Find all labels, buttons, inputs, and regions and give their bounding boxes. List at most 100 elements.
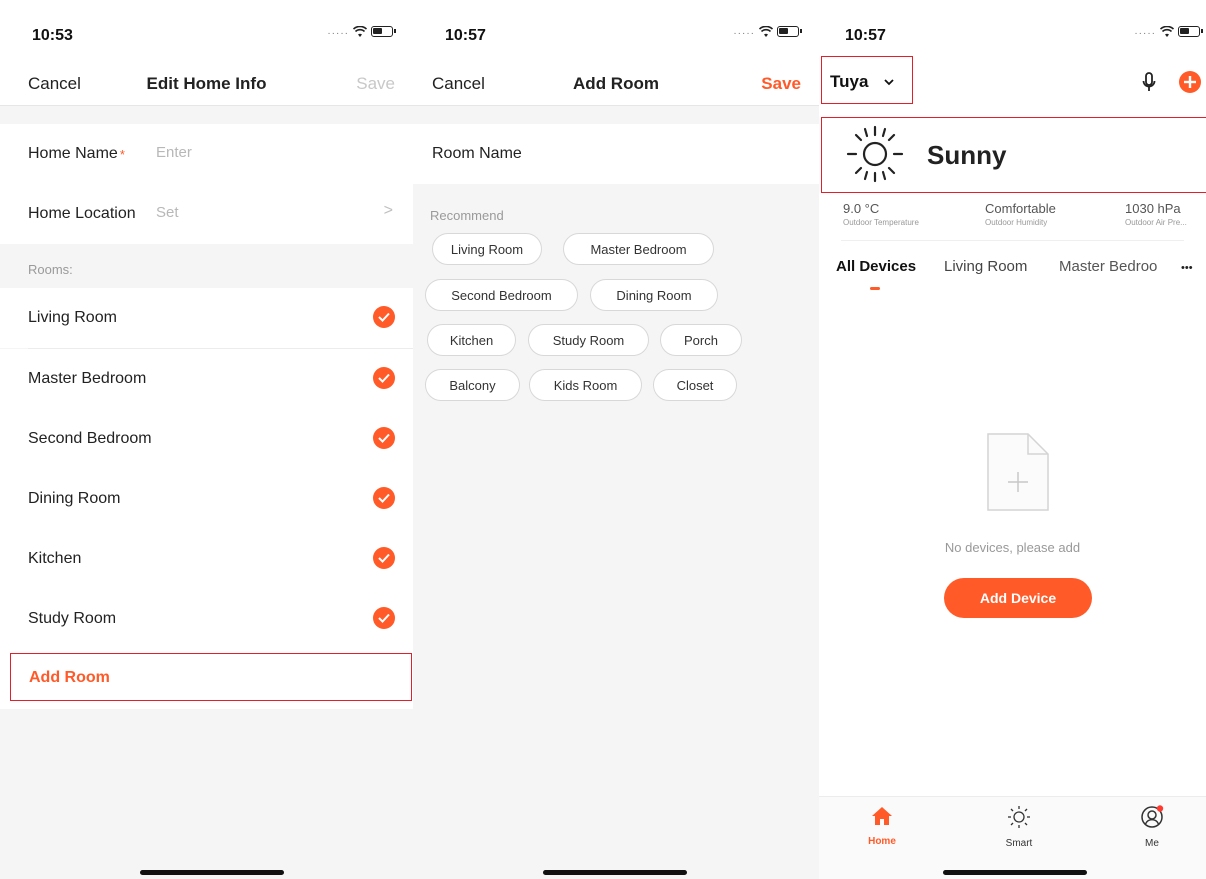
status-bar: 10:57 ·····: [413, 0, 819, 64]
signal-icon: ·····: [327, 28, 349, 39]
room-row-study-room[interactable]: Study Room: [0, 589, 413, 649]
add-file-icon: [987, 433, 1049, 511]
rooms-section-label: Rooms:: [28, 262, 73, 277]
weather-card[interactable]: Sunny: [821, 117, 1206, 193]
checkmark-icon[interactable]: [373, 607, 395, 629]
edit-home-screen: 10:53 ····· Cancel Edit Home Info Save H…: [0, 0, 413, 879]
home-location-row[interactable]: Home Location Set >: [0, 184, 413, 244]
recommend-label: Recommend: [430, 208, 504, 223]
tabbar-me[interactable]: Me: [1122, 805, 1182, 849]
signal-icon: ·····: [733, 28, 755, 39]
stat-temperature: 9.0 °C Outdoor Temperature: [843, 201, 919, 227]
chip-master-bedroom[interactable]: Master Bedroom: [563, 233, 714, 265]
save-button[interactable]: Save: [356, 74, 395, 94]
chip-second-bedroom[interactable]: Second Bedroom: [425, 279, 578, 311]
checkmark-icon[interactable]: [373, 367, 395, 389]
home-name-label: Home Name: [28, 145, 118, 162]
checkmark-icon[interactable]: [373, 427, 395, 449]
tab-all-devices[interactable]: All Devices: [836, 258, 916, 275]
sun-icon: [1008, 806, 1030, 828]
room-name: Kitchen: [28, 550, 82, 567]
room-row-second-bedroom[interactable]: Second Bedroom: [0, 409, 413, 469]
save-button[interactable]: Save: [761, 74, 801, 94]
active-tab-indicator: [870, 287, 880, 290]
home-name-row[interactable]: Home Name * Enter: [0, 124, 413, 184]
home-selector[interactable]: Tuya: [821, 56, 913, 104]
nav-divider: [0, 105, 413, 106]
wifi-icon: [759, 25, 773, 37]
room-name: Second Bedroom: [28, 430, 152, 447]
signal-icon: ·····: [1134, 28, 1156, 39]
tab-living-room[interactable]: Living Room: [944, 258, 1027, 275]
home-location-value: Set: [156, 204, 179, 221]
tabbar-smart[interactable]: Smart: [989, 805, 1049, 849]
microphone-icon[interactable]: [1142, 72, 1156, 94]
stat-label: Outdoor Air Pre...: [1125, 218, 1187, 227]
page-title: Edit Home Info: [146, 74, 267, 93]
status-time: 10:57: [845, 27, 886, 44]
home-name: Tuya: [830, 72, 869, 91]
status-time: 10:53: [32, 27, 73, 44]
tabbar-label: Home: [868, 836, 896, 847]
battery-icon: [777, 26, 802, 37]
add-room-label: Add Room: [29, 669, 110, 686]
status-bar: 10:53 ·····: [0, 0, 413, 64]
required-mark: *: [119, 146, 125, 162]
room-name-input[interactable]: Room Name: [413, 124, 819, 184]
room-name: Dining Room: [28, 490, 121, 507]
checkmark-icon[interactable]: [373, 547, 395, 569]
checkmark-icon[interactable]: [373, 487, 395, 509]
wifi-icon: [353, 25, 367, 37]
tabbar-label: Me: [1145, 838, 1159, 849]
chip-balcony[interactable]: Balcony: [425, 369, 520, 401]
room-name: Master Bedroom: [28, 370, 147, 387]
stat-air-pressure: 1030 hPa Outdoor Air Pre...: [1125, 201, 1187, 227]
stat-humidity: Comfortable Outdoor Humidity: [985, 201, 1056, 227]
chip-study-room[interactable]: Study Room: [528, 324, 649, 356]
chip-dining-room[interactable]: Dining Room: [590, 279, 718, 311]
bottom-tab-bar: Home Smart Me: [819, 796, 1206, 879]
chip-porch[interactable]: Porch: [660, 324, 742, 356]
room-row-living-room[interactable]: Living Room: [0, 288, 413, 348]
home-indicator: [543, 870, 687, 875]
more-icon[interactable]: •••: [1181, 262, 1193, 274]
stat-value: 1030 hPa: [1125, 201, 1181, 216]
tabbar-home[interactable]: Home: [852, 805, 912, 847]
room-tabs: All Devices Living Room Master Bedroo ••…: [819, 258, 1206, 298]
home-name-input[interactable]: Enter: [156, 144, 192, 161]
checkmark-icon[interactable]: [373, 306, 395, 328]
battery-icon: [1178, 26, 1203, 37]
home-icon: [872, 807, 892, 825]
status-icons: ·····: [733, 24, 802, 39]
nav-bar: Cancel Add Room Save: [413, 64, 819, 106]
add-icon[interactable]: [1179, 71, 1201, 93]
home-indicator: [943, 870, 1087, 875]
room-row-dining-room[interactable]: Dining Room: [0, 469, 413, 529]
stats-divider: [841, 240, 1184, 241]
wifi-icon: [1160, 25, 1174, 37]
stat-value: 9.0 °C: [843, 201, 880, 216]
weather-condition: Sunny: [927, 140, 1007, 170]
nav-divider: [413, 105, 819, 106]
stat-label: Outdoor Temperature: [843, 218, 919, 227]
room-row-master-bedroom[interactable]: Master Bedroom: [0, 349, 413, 409]
room-row-kitchen[interactable]: Kitchen: [0, 529, 413, 589]
add-room-screen: 10:57 ····· Cancel Add Room Save Room Na…: [413, 0, 819, 879]
user-icon: [1141, 805, 1164, 828]
status-icons: ·····: [1134, 24, 1203, 39]
tab-master-bedroom[interactable]: Master Bedroo: [1059, 258, 1171, 275]
chip-kitchen[interactable]: Kitchen: [427, 324, 516, 356]
home-screen: 10:57 ····· Tuya Sunny 9.0 °C Outdoor Te…: [819, 0, 1206, 879]
room-name-label: Room Name: [432, 145, 522, 162]
home-location-label: Home Location: [28, 205, 136, 222]
page-title: Add Room: [573, 74, 659, 93]
room-name: Living Room: [28, 309, 117, 326]
add-room-button[interactable]: Add Room: [10, 653, 412, 701]
chip-kids-room[interactable]: Kids Room: [529, 369, 642, 401]
chip-closet[interactable]: Closet: [653, 369, 737, 401]
add-device-button[interactable]: Add Device: [944, 578, 1092, 618]
stat-value: Comfortable: [985, 201, 1056, 216]
chevron-down-icon: [884, 79, 894, 86]
chip-living-room[interactable]: Living Room: [432, 233, 542, 265]
tabbar-label: Smart: [1005, 838, 1033, 849]
